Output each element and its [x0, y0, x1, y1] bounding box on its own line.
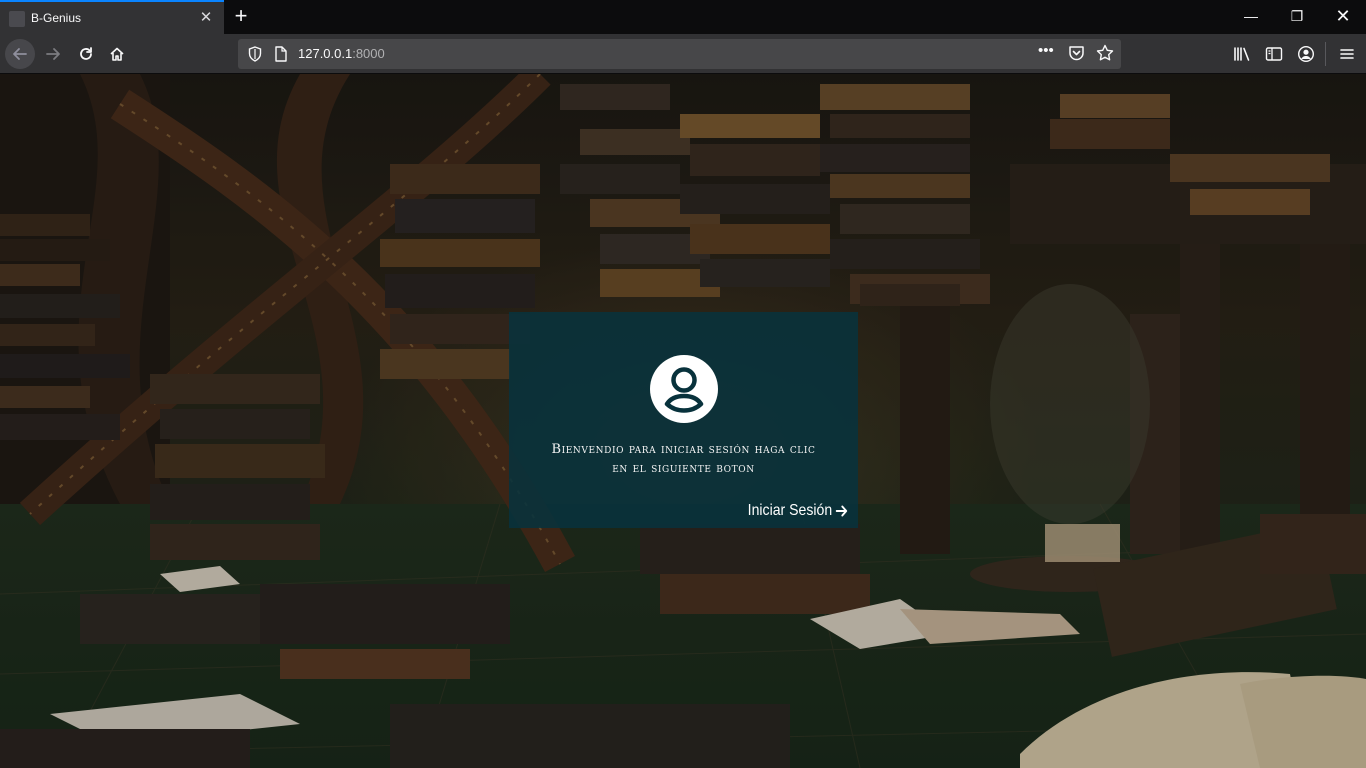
welcome-line-2: en el siguiente boton — [612, 461, 755, 476]
url-host: 127.0.0.1 — [298, 46, 353, 61]
hamburger-menu-icon — [1340, 49, 1354, 59]
app-menu-button[interactable] — [1336, 43, 1358, 65]
forward-arrow-icon — [46, 48, 60, 60]
sidebar-icon — [1265, 47, 1283, 61]
home-button[interactable] — [102, 39, 132, 69]
bookmark-star-icon[interactable] — [1096, 44, 1114, 67]
reload-icon — [80, 47, 92, 60]
library-icon — [1234, 47, 1250, 61]
tab-close-icon[interactable]: ✕ — [198, 10, 214, 26]
pocket-icon[interactable] — [1068, 45, 1085, 66]
sidebar-button[interactable] — [1263, 43, 1285, 65]
login-button[interactable]: Iniciar Sesión — [748, 502, 848, 520]
account-icon — [1297, 45, 1315, 63]
maximize-button[interactable]: ❐ — [1274, 0, 1320, 34]
arrow-right-icon — [835, 505, 848, 517]
login-label: Iniciar Sesión — [747, 502, 833, 519]
page-icon[interactable] — [274, 46, 288, 67]
welcome-line-1: Bienvendio para iniciar sesión haga clic — [551, 442, 816, 457]
user-circle-icon — [650, 355, 718, 423]
back-button[interactable] — [5, 39, 35, 69]
library-button[interactable] — [1231, 43, 1253, 65]
welcome-message: Bienvendio para iniciar sesión haga clic… — [509, 440, 858, 478]
url-text[interactable]: 127.0.0.1:8000 — [298, 46, 385, 61]
url-port: :8000 — [352, 46, 385, 61]
address-bar[interactable]: 127.0.0.1:8000 ••• — [238, 39, 1121, 69]
tab-strip: B-Genius ✕ + — ❐ ✕ — [0, 0, 1366, 34]
page-viewport: Bienvendio para iniciar sesión haga clic… — [0, 74, 1366, 768]
home-icon — [110, 47, 124, 61]
new-tab-button[interactable]: + — [230, 5, 252, 28]
back-arrow-icon — [13, 48, 27, 60]
forward-button[interactable] — [38, 39, 68, 69]
welcome-card: Bienvendio para iniciar sesión haga clic… — [509, 312, 858, 528]
reload-button[interactable] — [71, 39, 101, 69]
page-actions-icon[interactable]: ••• — [1038, 42, 1054, 59]
tab-favicon-icon — [9, 11, 25, 27]
minimize-button[interactable]: — — [1228, 0, 1274, 34]
tab-active[interactable]: B-Genius ✕ — [0, 0, 224, 34]
account-button[interactable] — [1295, 43, 1317, 65]
tab-title: B-Genius — [31, 11, 82, 25]
toolbar-separator — [1325, 42, 1326, 66]
close-window-button[interactable]: ✕ — [1320, 0, 1366, 34]
shield-icon[interactable] — [248, 46, 262, 67]
